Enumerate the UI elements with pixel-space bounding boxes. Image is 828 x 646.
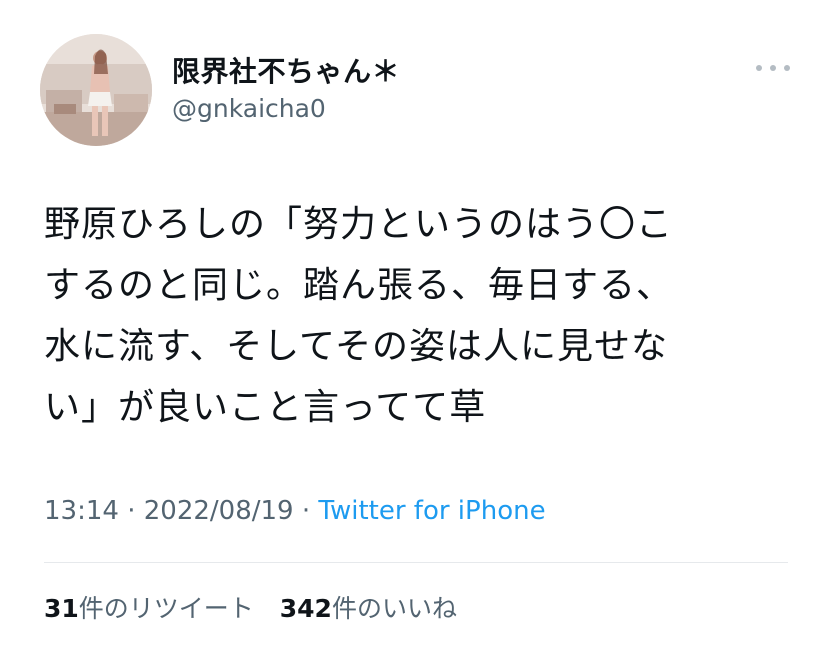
avatar[interactable] <box>40 34 152 146</box>
tweet-text-line: い」が良いこと言ってて草 <box>44 387 487 428</box>
more-dot <box>770 65 776 71</box>
tweet-source-link[interactable]: Twitter for iPhone <box>318 496 545 526</box>
more-dot <box>756 65 762 71</box>
author-name[interactable]: 限界社不ちゃん＊ <box>172 50 400 90</box>
more-dot <box>784 65 790 71</box>
tweet-stats: 31件のリツイート 342件のいいね <box>44 589 475 625</box>
avatar-photo <box>40 34 152 146</box>
more-dots-icon[interactable] <box>756 58 790 78</box>
tweet-text-line: するのと同じ。踏ん張る、毎日する、 <box>44 265 674 306</box>
likes-stat[interactable]: 342件のいいね <box>280 594 457 623</box>
likes-count: 342 <box>279 594 332 623</box>
tweet-date[interactable]: 2022/08/19 <box>144 496 294 526</box>
tweet-text: 野原ひろしの「努力というのはう〇こ するのと同じ。踏ん張る、毎日する、 水に流す… <box>44 194 804 438</box>
divider <box>44 562 788 563</box>
retweets-count: 31 <box>44 594 79 623</box>
author-handle[interactable]: @gnkaicha0 <box>172 94 326 123</box>
retweets-stat[interactable]: 31件のリツイート <box>44 594 254 623</box>
retweets-label: 件のリツイート <box>78 594 254 623</box>
tweet-text-line: 野原ひろしの「努力というのはう〇こ <box>44 204 674 245</box>
tweet-meta: 13:14 · 2022/08/19 · Twitter for iPhone <box>44 496 546 526</box>
meta-separator: · <box>293 496 319 526</box>
tweet-text-line: 水に流す、そしてその姿は人に見せな <box>44 326 668 367</box>
meta-separator: · <box>118 496 144 526</box>
tweet-time[interactable]: 13:14 <box>44 496 119 526</box>
likes-label: 件のいいね <box>331 594 457 623</box>
